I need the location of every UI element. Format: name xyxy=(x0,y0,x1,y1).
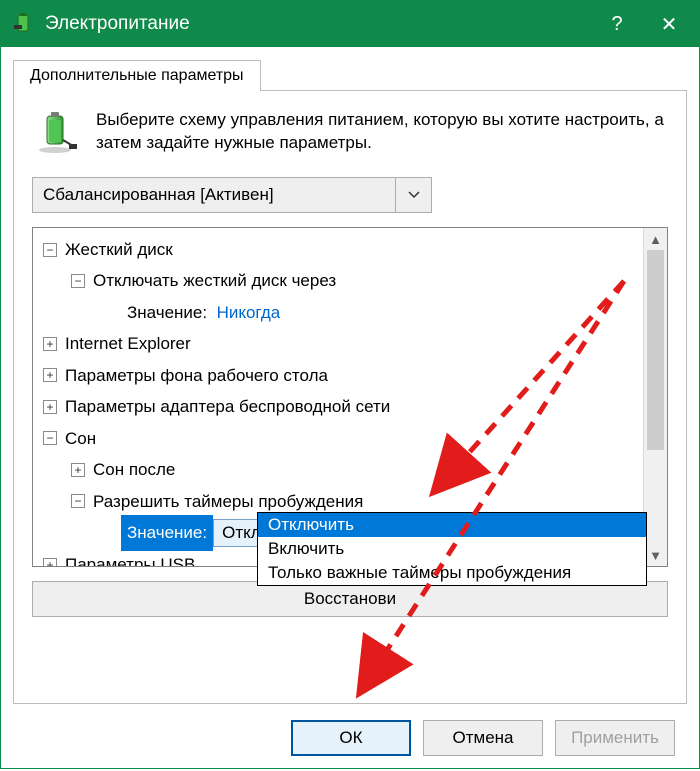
tree-node-turnoff-hdd[interactable]: − Отключать жесткий диск через xyxy=(37,265,639,296)
collapse-icon[interactable]: − xyxy=(43,243,57,257)
scroll-thumb[interactable] xyxy=(647,250,664,450)
tree-node-sleep-after[interactable]: + Сон после xyxy=(37,454,639,485)
value-label-selected: Значение: xyxy=(121,515,213,550)
tree-label: Параметры USB xyxy=(65,549,195,566)
dialog-footer: ОК Отмена Применить xyxy=(13,704,687,756)
ok-button[interactable]: ОК xyxy=(291,720,411,756)
collapse-icon[interactable]: − xyxy=(71,494,85,508)
scroll-up-icon[interactable]: ▲ xyxy=(644,228,667,250)
tree-node-sleep[interactable]: − Сон xyxy=(37,423,639,454)
power-options-dialog: Электропитание ? ✕ Дополнительные параме… xyxy=(0,0,700,769)
tree-label: Параметры фона рабочего стола xyxy=(65,360,328,391)
client-area: Дополнительные параметры xyxy=(1,47,699,768)
cancel-button[interactable]: Отмена xyxy=(423,720,543,756)
value-link[interactable]: Никогда xyxy=(217,297,281,328)
collapse-icon[interactable]: − xyxy=(43,431,57,445)
wake-timers-dropdown[interactable]: Отключить Включить Только важные таймеры… xyxy=(257,512,647,586)
dropdown-option-disable[interactable]: Отключить xyxy=(258,513,646,537)
help-button[interactable]: ? xyxy=(591,1,643,47)
intro-text: Выберите схему управления питанием, кото… xyxy=(96,109,668,155)
battery-icon xyxy=(32,109,78,155)
expand-icon[interactable]: + xyxy=(43,400,57,414)
tree-node-desktop-bg[interactable]: + Параметры фона рабочего стола xyxy=(37,360,639,391)
tree-label: Сон после xyxy=(93,454,175,485)
tree-label: Параметры адаптера беспроводной сети xyxy=(65,391,390,422)
tab-strip: Дополнительные параметры xyxy=(13,59,687,91)
collapse-icon[interactable]: − xyxy=(71,274,85,288)
value-label: Значение: xyxy=(127,297,207,328)
tree-node-wireless[interactable]: + Параметры адаптера беспроводной сети xyxy=(37,391,639,422)
power-options-icon xyxy=(11,12,35,36)
intro-row: Выберите схему управления питанием, кото… xyxy=(32,109,668,155)
dropdown-option-important-only[interactable]: Только важные таймеры пробуждения xyxy=(258,561,646,585)
expand-icon[interactable]: + xyxy=(43,368,57,382)
tree-node-hdd-value[interactable]: Значение: Никогда xyxy=(37,297,639,328)
window-title: Электропитание xyxy=(45,13,591,35)
tab-page: Выберите схему управления питанием, кото… xyxy=(13,91,687,704)
expand-icon[interactable]: + xyxy=(43,558,57,566)
tree-node-ie[interactable]: + Internet Explorer xyxy=(37,328,639,359)
chevron-down-icon xyxy=(395,178,431,212)
restore-defaults-partial: Восстанови xyxy=(304,589,396,609)
title-bar: Электропитание ? ✕ xyxy=(1,1,699,47)
power-plan-value: Сбалансированная [Активен] xyxy=(33,185,395,205)
expand-icon[interactable]: + xyxy=(71,463,85,477)
tree-label: Жесткий диск xyxy=(65,234,173,265)
tree-label: Сон xyxy=(65,423,96,454)
dropdown-option-enable[interactable]: Включить xyxy=(258,537,646,561)
restore-defaults-button[interactable]: Восстанови xyxy=(32,581,668,617)
close-button[interactable]: ✕ xyxy=(643,1,695,47)
tree-label: Отключать жесткий диск через xyxy=(93,265,336,296)
tree-node-hard-disk[interactable]: − Жесткий диск xyxy=(37,234,639,265)
scroll-down-icon[interactable]: ▼ xyxy=(644,544,667,566)
tab-advanced-settings[interactable]: Дополнительные параметры xyxy=(13,60,261,91)
apply-button[interactable]: Применить xyxy=(555,720,675,756)
tree-label: Internet Explorer xyxy=(65,328,191,359)
power-plan-combo[interactable]: Сбалансированная [Активен] xyxy=(32,177,432,213)
expand-icon[interactable]: + xyxy=(43,337,57,351)
